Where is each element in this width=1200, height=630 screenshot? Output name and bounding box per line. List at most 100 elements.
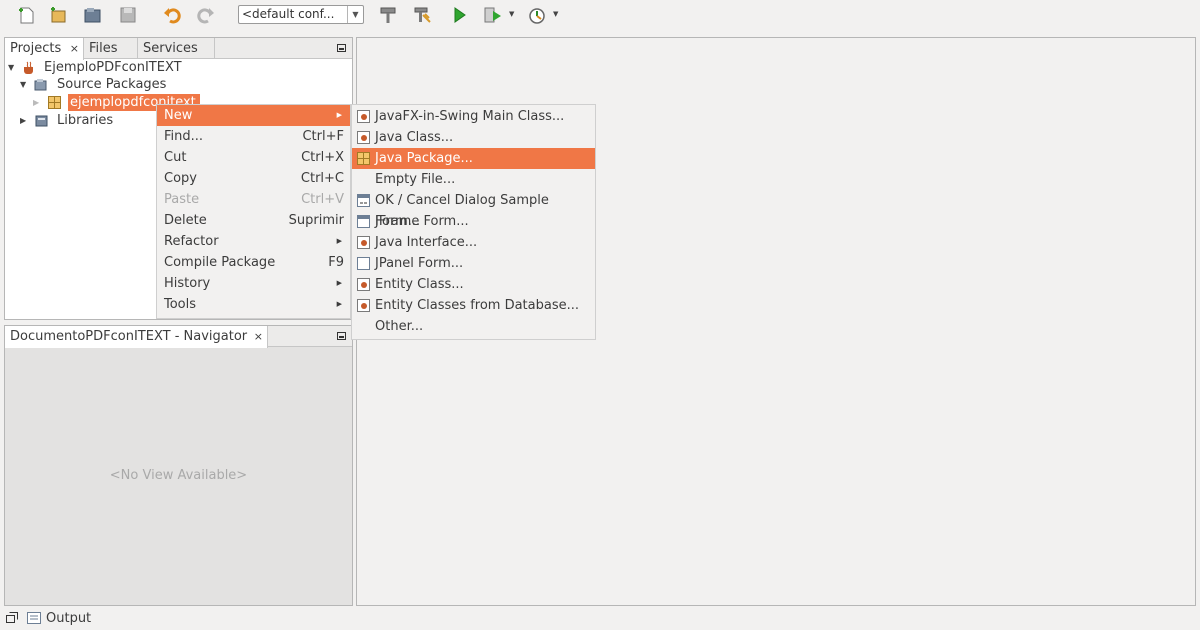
new-project-icon (51, 7, 66, 23)
expand-triangle-icon[interactable]: ▼ (8, 59, 14, 76)
dialog-form-icon (357, 194, 370, 207)
panel-form-icon (357, 257, 370, 270)
submenu-arrow-icon: ▶ (336, 237, 342, 245)
tab-files-label: Files (89, 41, 118, 56)
tab-services-label: Services (143, 41, 198, 56)
menu-item-label: Refactor (164, 234, 219, 249)
collapse-triangle-icon[interactable]: ▶ (33, 94, 39, 111)
menu-item-label: Paste (164, 192, 200, 207)
minimize-panel-icon[interactable] (337, 332, 346, 340)
new-file-button[interactable] (14, 4, 38, 26)
undo-button[interactable] (160, 4, 184, 26)
menu-item-refactor[interactable]: Refactor ▶ (157, 231, 350, 252)
submenu-item-ok-cancel-dialog[interactable]: OK / Cancel Dialog Sample Form... (352, 190, 595, 229)
package-icon (48, 96, 61, 109)
debug-project-button[interactable] (481, 4, 505, 26)
submenu-item-java-interface[interactable]: Java Interface... (352, 232, 595, 253)
chevron-down-icon: ▼ (347, 6, 363, 23)
output-label: Output (46, 611, 92, 626)
tree-node-source-packages[interactable]: ▼ Source Packages (20, 76, 240, 93)
debug-dropdown-arrow-icon[interactable]: ▼ (509, 10, 514, 18)
clean-build-icon (414, 7, 431, 23)
tree-node-project[interactable]: ▼ EjemploPDFconITEXT (8, 59, 248, 76)
submenu-arrow-icon: ▶ (336, 300, 342, 308)
save-all-button[interactable] (116, 4, 140, 26)
run-icon (454, 7, 466, 23)
configuration-dropdown[interactable]: <default conf... ▼ (238, 5, 364, 24)
tab-navigator-label: DocumentoPDFconITEXT - Navigator (10, 329, 248, 344)
menu-item-tools[interactable]: Tools ▶ (157, 294, 350, 315)
tab-projects[interactable]: Projects × (5, 38, 84, 60)
submenu-item-label: Entity Class... (375, 277, 464, 292)
menu-item-shortcut: F9 (328, 255, 344, 270)
minimize-panel-icon[interactable] (337, 44, 346, 52)
submenu-item-label: Java Package... (375, 151, 473, 166)
tab-navigator[interactable]: DocumentoPDFconITEXT - Navigator × (5, 326, 268, 348)
submenu-item-java-package[interactable]: Java Package... (352, 148, 595, 169)
navigator-panel: DocumentoPDFconITEXT - Navigator × <No V… (4, 325, 353, 606)
build-project-button[interactable] (376, 4, 400, 26)
hammer-icon (380, 7, 396, 23)
submenu-item-label: JFrame Form... (375, 214, 469, 229)
menu-item-label: Delete (164, 213, 207, 228)
menu-item-compile-package[interactable]: Compile Package F9 (157, 252, 350, 273)
submenu-item-empty-file[interactable]: Empty File... (352, 169, 595, 190)
menu-item-delete[interactable]: Delete Suprimir (157, 210, 350, 231)
open-project-button[interactable] (81, 4, 105, 26)
clean-build-button[interactable] (410, 4, 434, 26)
output-icon (27, 612, 41, 624)
menu-item-shortcut: Ctrl+V (301, 192, 344, 207)
submenu-item-jframe-form[interactable]: JFrame Form... (352, 211, 595, 232)
menu-item-label: Cut (164, 150, 187, 165)
submenu-item-label: Other... (375, 319, 424, 334)
submenu-arrow-icon: ▶ (336, 111, 342, 119)
submenu-item-label: Entity Classes from Database... (375, 298, 580, 313)
new-submenu: JavaFX-in-Swing Main Class... Java Class… (351, 104, 596, 340)
menu-item-cut[interactable]: Cut Ctrl+X (157, 147, 350, 168)
close-icon[interactable]: × (254, 326, 263, 347)
collapse-triangle-icon[interactable]: ▶ (20, 112, 26, 129)
close-icon[interactable]: × (70, 38, 79, 59)
menu-item-copy[interactable]: Copy Ctrl+C (157, 168, 350, 189)
submenu-item-jpanel-form[interactable]: JPanel Form... (352, 253, 595, 274)
submenu-item-entity-class[interactable]: Entity Class... (352, 274, 595, 295)
expand-triangle-icon[interactable]: ▼ (20, 76, 26, 93)
submenu-item-other[interactable]: Other... (352, 316, 595, 337)
new-project-button[interactable] (46, 4, 70, 26)
tab-files[interactable]: Files (84, 38, 138, 59)
menu-item-shortcut: Ctrl+F (302, 129, 344, 144)
tree-node-libraries[interactable]: ▶ Libraries (20, 112, 140, 129)
menu-item-label: Tools (164, 297, 197, 312)
restore-window-icon[interactable] (6, 612, 18, 624)
menu-item-label: Find... (164, 129, 204, 144)
submenu-arrow-icon: ▶ (336, 279, 342, 287)
debug-icon (484, 7, 501, 23)
profile-icon (529, 8, 545, 24)
tab-services[interactable]: Services (138, 38, 215, 59)
submenu-item-label: JavaFX-in-Swing Main Class... (375, 109, 565, 124)
libraries-label: Libraries (57, 113, 114, 128)
menu-item-label: New (164, 108, 193, 123)
submenu-item-javafx-swing-main-class[interactable]: JavaFX-in-Swing Main Class... (352, 106, 595, 127)
submenu-item-entity-classes-from-database[interactable]: Entity Classes from Database... (352, 295, 595, 316)
menu-item-label: Copy (164, 171, 197, 186)
java-class-icon (357, 299, 370, 312)
menu-item-paste[interactable]: Paste Ctrl+V (157, 189, 350, 210)
undo-icon (164, 8, 181, 24)
profile-dropdown-arrow-icon[interactable]: ▼ (553, 10, 558, 18)
main-toolbar: <default conf... ▼ ▼ ▼ (0, 0, 1200, 32)
open-project-icon (84, 8, 101, 23)
menu-item-shortcut: Suprimir (288, 213, 344, 228)
menu-item-new[interactable]: New ▶ (157, 105, 350, 126)
no-view-message: <No View Available> (109, 468, 248, 483)
redo-button[interactable] (194, 4, 218, 26)
submenu-item-java-class[interactable]: Java Class... (352, 127, 595, 148)
submenu-item-label: Java Interface... (375, 235, 478, 250)
profile-project-button[interactable] (526, 4, 550, 26)
menu-item-find[interactable]: Find... Ctrl+F (157, 126, 350, 147)
output-window-button[interactable]: Output (27, 609, 107, 628)
menu-item-shortcut: Ctrl+C (300, 171, 344, 186)
submenu-item-label: Java Class... (375, 130, 454, 145)
menu-item-history[interactable]: History ▶ (157, 273, 350, 294)
run-project-button[interactable] (447, 4, 471, 26)
